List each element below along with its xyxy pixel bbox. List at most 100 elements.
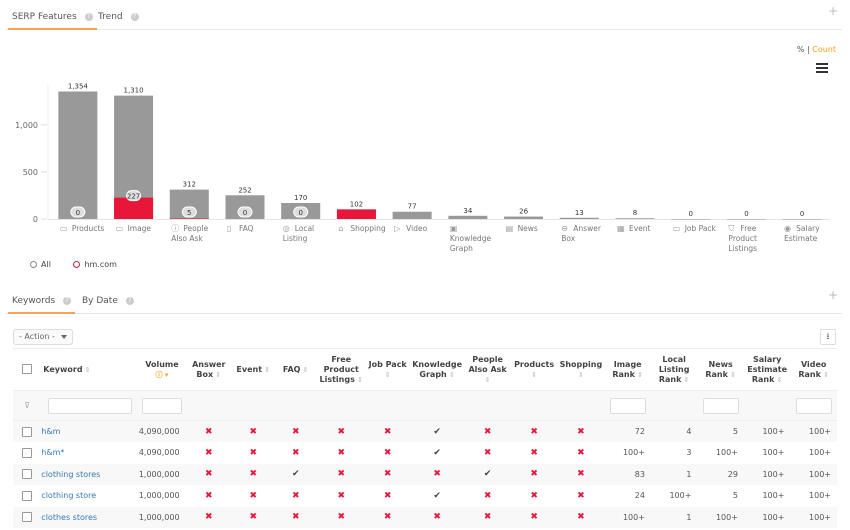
sort-icon[interactable]: ⇕	[728, 371, 736, 379]
column-header-job-pack[interactable]: Job Pack ⇕	[365, 348, 410, 391]
bar-domain-label: 5	[187, 209, 191, 217]
sort-icon[interactable]: ⇕	[355, 376, 363, 384]
cross-icon: ✖	[577, 447, 585, 458]
sort-icon[interactable]: ⇕	[262, 366, 270, 374]
export-download-icon[interactable]: ⭳	[820, 329, 836, 345]
sort-icon[interactable]: ⇕	[681, 376, 690, 384]
column-header-people-also-ask[interactable]: People Also Ask ⇕	[464, 348, 511, 391]
column-header-news-rank[interactable]: News Rank ⇕	[697, 348, 744, 391]
column-header-faq[interactable]: FAQ ⇕	[274, 348, 317, 391]
filter-input[interactable]	[609, 397, 646, 414]
sort-icon[interactable]: ⇕	[485, 376, 491, 384]
column-header-keyword[interactable]: Keyword ⇕	[41, 348, 139, 391]
column-header-local-listing-rank[interactable]: Local Listing Rank ⇕	[650, 348, 698, 391]
bar-domain-label: 0	[298, 209, 302, 217]
filter-input[interactable]	[795, 397, 832, 414]
filter-input[interactable]	[702, 397, 739, 414]
row-checkbox-cell	[13, 463, 42, 485]
row-checkbox[interactable]	[22, 469, 33, 480]
column-header-salary-estimate-rank[interactable]: Salary Estimate Rank ⇕	[743, 348, 791, 391]
sort-icon[interactable]: ⇕	[447, 371, 455, 379]
check-icon: ✔	[433, 447, 441, 458]
image-icon: ▭	[116, 224, 124, 233]
column-header-label: Job Pack	[368, 359, 407, 369]
feature-cell: ✖	[186, 442, 233, 464]
sort-icon[interactable]: ⇕	[821, 371, 829, 379]
y-tick-label: 500	[23, 168, 38, 177]
rank-cell: 4	[650, 420, 698, 442]
legend-item-all[interactable]: All	[30, 260, 51, 269]
keyword-link[interactable]: h&m	[41, 420, 139, 442]
select-all-checkbox-cell[interactable]	[13, 348, 42, 391]
row-checkbox[interactable]	[22, 512, 33, 523]
bar-total-label: 170	[294, 194, 307, 202]
action-dropdown[interactable]: - Action -	[13, 329, 73, 345]
x-category-label: Shopping	[350, 224, 385, 233]
column-header-products[interactable]: Products ⇕	[510, 348, 558, 391]
column-header-event[interactable]: Event ⇕	[232, 348, 275, 391]
column-header-image-rank[interactable]: Image Rank ⇕	[604, 348, 651, 391]
x-category-label: Graph	[450, 244, 473, 253]
filter-cell	[604, 390, 651, 421]
select-all-checkbox[interactable]	[22, 364, 33, 375]
check-icon: ✔	[291, 469, 300, 480]
cross-icon: ✖	[433, 469, 441, 480]
sort-icon[interactable]: ⇕	[83, 366, 91, 374]
rank-cell: 100+	[790, 420, 837, 442]
info-icon: ?	[63, 296, 72, 305]
tab-by-date[interactable]: By Date?	[78, 284, 138, 314]
serp-features-chart: 05001,0001,3540▭ Products1,310227▭ Image31…	[15, 82, 830, 253]
bar-all-8	[504, 216, 544, 219]
filter-icon[interactable]: ⊽	[24, 401, 30, 410]
location-icon: ◎	[283, 224, 290, 233]
column-header-knowledge-graph[interactable]: Knowledge Graph ⇕	[409, 348, 465, 391]
filter-input[interactable]	[47, 397, 132, 414]
column-header-shopping[interactable]: Shopping ⇕	[557, 348, 605, 391]
cross-icon: ✖	[291, 490, 300, 501]
filter-input[interactable]	[141, 397, 182, 414]
cross-icon: ✖	[530, 447, 538, 458]
keyword-link[interactable]: clothing stores	[41, 463, 139, 485]
column-header-label: Event	[236, 364, 263, 374]
sort-icon[interactable]: ⇕	[213, 371, 221, 379]
column-header-volume[interactable]: Volume ⓘ ▾	[138, 348, 186, 391]
cross-icon: ✖	[249, 490, 258, 501]
bar-total-label: 1,354	[68, 82, 89, 90]
keyword-link[interactable]: clothing store	[41, 485, 138, 507]
x-category-label: Answer	[573, 224, 602, 233]
rank-cell: 100+	[669, 491, 692, 501]
row-checkbox[interactable]	[22, 490, 33, 501]
rank-cell: 5	[732, 491, 738, 501]
feature-cell: ✔	[409, 420, 465, 442]
shopping-bag-icon: ⌂	[338, 224, 343, 233]
row-checkbox[interactable]	[22, 447, 33, 458]
sort-icon[interactable]: ⇕	[531, 371, 537, 379]
sort-icon[interactable]: ⇕	[578, 371, 584, 379]
cross-icon: ✖	[530, 490, 538, 501]
x-category-label: Event	[629, 224, 651, 233]
sort-desc-icon[interactable]: ⓘ ▾	[155, 371, 168, 379]
keyword-link[interactable]: h&m*	[41, 442, 138, 464]
feature-cell: ✖	[232, 463, 275, 485]
cross-icon: ✖	[577, 490, 585, 501]
bar-domain-5	[336, 209, 376, 219]
sort-icon[interactable]: ⇕	[300, 366, 309, 374]
sort-icon[interactable]: ⇕	[635, 371, 643, 379]
expand-plus-icon[interactable]: +	[828, 288, 838, 302]
x-category-label: FAQ	[239, 224, 254, 233]
column-header-video-rank[interactable]: Video Rank ⇕	[790, 348, 837, 391]
bar-all-9	[559, 217, 599, 219]
legend-item-domain[interactable]: hm.com	[73, 260, 117, 269]
volume-cell: 4,090,000	[138, 448, 180, 458]
column-header-answer-box[interactable]: Answer Box ⇕	[185, 348, 233, 391]
tab-keywords[interactable]: Keywords?	[8, 284, 76, 314]
row-checkbox[interactable]	[22, 426, 33, 437]
sort-icon[interactable]: ⇕	[774, 376, 783, 384]
cross-icon: ✖	[383, 490, 392, 501]
sort-icon[interactable]: ⇕	[385, 371, 391, 379]
bar-all-12	[726, 219, 766, 220]
keyword-link[interactable]: clothes stores	[41, 506, 139, 528]
feature-cell: ✖	[365, 420, 410, 442]
keywords-table: Keyword ⇕ Volume ⓘ ▾ Answer Box ⇕ Event ⇕ FAQ…	[13, 348, 837, 528]
column-header-free-product-listings[interactable]: Free Product Listings ⇕	[316, 348, 366, 391]
